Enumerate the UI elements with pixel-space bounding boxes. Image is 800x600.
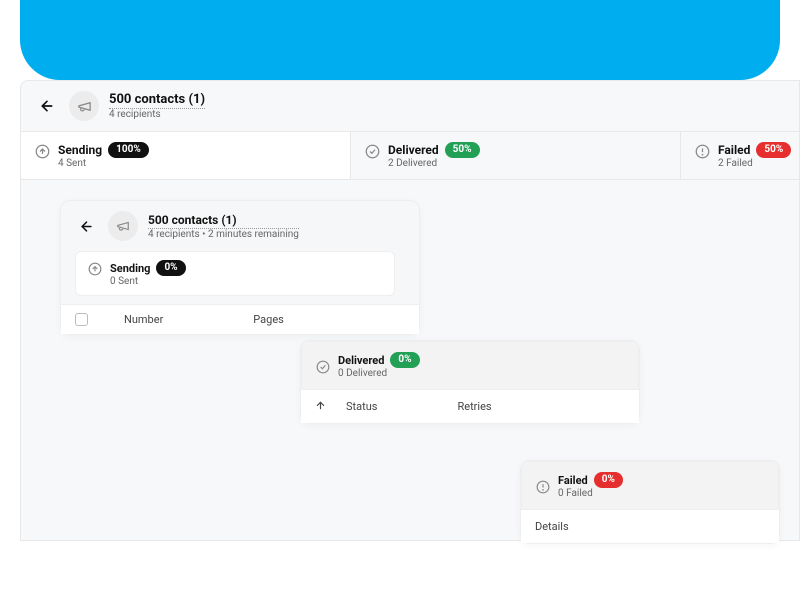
tab-delivered-sub: 2 Delivered: [388, 158, 480, 169]
failed-table-header: Details: [521, 510, 779, 543]
megaphone-icon: [77, 99, 92, 114]
sending-card-subtitle: 4 recipients • 2 minutes remaining: [148, 229, 299, 240]
tab-sending-badge: 100%: [108, 142, 149, 158]
tab-sending-label: Sending: [58, 143, 102, 157]
sending-card-header: 500 contacts (1) 4 recipients • 2 minute…: [61, 201, 419, 251]
failed-card: Failed 0% 0 Failed Details: [520, 460, 780, 544]
sending-card-icon-wrap: [108, 211, 138, 241]
failed-card-tab-sub: 0 Failed: [558, 488, 623, 499]
sending-card-tab-label: Sending: [110, 262, 150, 275]
col-retries: Retries: [457, 400, 491, 413]
sending-card-tab-badge: 0%: [156, 260, 185, 276]
delivered-card-tab-badge: 0%: [390, 352, 419, 368]
arrow-left-icon: [39, 98, 55, 114]
failed-icon: [695, 144, 710, 159]
failed-card-tab[interactable]: Failed 0% 0 Failed: [521, 461, 779, 510]
tab-failed-label: Failed: [718, 143, 750, 157]
tab-delivered-label: Delivered: [388, 143, 439, 157]
sending-table-header: Number Pages: [61, 304, 419, 334]
delivered-card: Delivered 0% 0 Delivered Status Retries: [300, 340, 640, 424]
delivered-card-tab[interactable]: Delivered 0% 0 Delivered: [301, 341, 639, 390]
page-title: 500 contacts (1): [109, 92, 205, 109]
select-all-checkbox[interactable]: [75, 313, 88, 326]
sending-card-back-button[interactable]: [75, 215, 98, 238]
delivered-table-header: Status Retries: [301, 390, 639, 423]
tab-delivered-badge: 50%: [445, 142, 480, 158]
delivered-card-tab-label: Delivered: [338, 354, 384, 367]
tab-delivered[interactable]: Delivered 50% 2 Delivered: [351, 132, 681, 179]
delivered-icon: [316, 360, 330, 374]
sending-card-tab[interactable]: Sending 0% 0 Sent: [75, 251, 395, 296]
tab-sending-sub: 4 Sent: [58, 158, 149, 169]
hero-background: [20, 0, 780, 80]
megaphone-icon: [116, 219, 130, 233]
failed-card-tab-badge: 0%: [594, 472, 623, 488]
sending-card: 500 contacts (1) 4 recipients • 2 minute…: [60, 200, 420, 335]
sending-icon: [88, 262, 102, 276]
col-details: Details: [535, 520, 569, 533]
status-tabs: Sending 100% 4 Sent Delivered 50% 2 Deli…: [21, 131, 799, 180]
page-subtitle: 4 recipients: [109, 109, 205, 120]
sending-icon: [35, 144, 50, 159]
delivered-icon: [365, 144, 380, 159]
tab-failed[interactable]: Failed 50% 2 Failed: [681, 132, 800, 179]
tab-failed-sub: 2 Failed: [718, 158, 791, 169]
campaign-icon-wrap: [69, 91, 99, 121]
arrow-left-icon: [79, 219, 94, 234]
col-status: Status: [346, 400, 377, 413]
col-number: Number: [124, 313, 163, 326]
failed-icon: [536, 480, 550, 494]
delivered-card-tab-sub: 0 Delivered: [338, 368, 420, 379]
failed-card-tab-label: Failed: [558, 474, 588, 487]
sort-arrow-icon[interactable]: [315, 400, 326, 413]
tab-failed-badge: 50%: [756, 142, 791, 158]
sending-card-title: 500 contacts (1): [148, 213, 299, 229]
back-button[interactable]: [35, 94, 59, 118]
col-pages: Pages: [253, 313, 284, 326]
page-header: 500 contacts (1) 4 recipients: [21, 81, 799, 131]
sending-card-tab-sub: 0 Sent: [110, 276, 186, 287]
tab-sending[interactable]: Sending 100% 4 Sent: [21, 132, 351, 179]
